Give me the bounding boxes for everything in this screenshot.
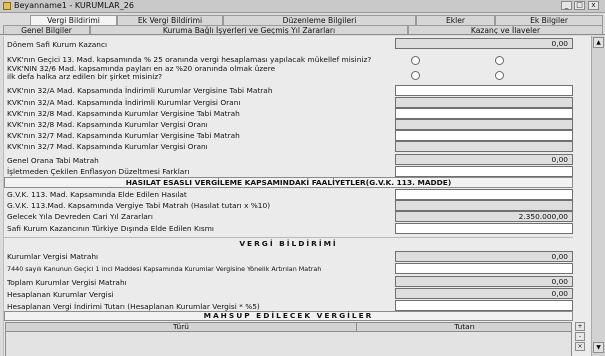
mahsup-table-header: Türü Tutarı: [5, 322, 572, 332]
kvk32-6-hayir-radio[interactable]: [495, 71, 504, 80]
kv-matrah-field[interactable]: 0,00: [395, 251, 573, 262]
kvk32-6-label-line2: ilk defa halka arz edilen bir şirket mis…: [7, 72, 163, 81]
zararlar-field[interactable]: 2.350.000,00: [395, 211, 573, 222]
gecici1-field[interactable]: [395, 263, 573, 274]
tab-ek-vergi-bildirimi[interactable]: Ek Vergi Bildirimi: [117, 15, 223, 25]
kvk13-question-label: KVK'nın Geçici 13. Mad. kapsamında % 25 …: [7, 55, 372, 64]
add-row-button[interactable]: +: [575, 322, 585, 331]
kvk32-8-matrah-field[interactable]: [395, 108, 573, 119]
tab-divider: [0, 34, 605, 35]
enflasyon-label: İşletmeden Çekilen Enflasyon Düzeltmesi …: [7, 167, 190, 176]
zararlar-label: Gelecek Yıla Devreden Cari Yıl Zararları: [7, 212, 153, 221]
donem-safi-label: Dönem Safi Kurum Kazancı: [7, 40, 108, 49]
kvk32-8-oran-label: KVK'nın 32/8 Mad. Kapsamında Kurumlar Ve…: [7, 120, 208, 129]
close-button[interactable]: x: [588, 1, 599, 10]
kvk13-evet-radio[interactable]: [411, 56, 420, 65]
app-icon: [3, 2, 11, 10]
scroll-up-arrow-icon[interactable]: ▲: [593, 37, 604, 48]
enflasyon-field[interactable]: [395, 166, 573, 177]
gecici1-label: 7440 sayılı Kanunun Geçici 1 inci Maddes…: [7, 265, 322, 273]
hasilat-section-title: HASILAT ESASLI VERGİLEME KAPSAMINDAKİ FA…: [4, 177, 573, 188]
column-header-turu[interactable]: Türü: [6, 323, 356, 331]
kvk32a-matrah-field[interactable]: [395, 85, 573, 96]
hesaplanan-kv-field[interactable]: 0,00: [395, 288, 573, 299]
hesaplanan-kv-label: Hesaplanan Kurumlar Vergisi: [7, 290, 114, 299]
minimize-button[interactable]: _: [561, 1, 572, 10]
tab-vergi-bildirimi[interactable]: Vergi Bildirimi: [30, 15, 117, 25]
hasilat-label: G.V.K. 113. Mad. Kapsamında Elde Edilen …: [7, 190, 187, 199]
kvk32-7-matrah-label: KVK'nın 32/7 Mad. Kapsamında Kurumlar Ve…: [7, 131, 240, 140]
yurtdisi-field[interactable]: [395, 223, 573, 234]
vergi-indirimi-field[interactable]: [395, 300, 573, 311]
title-bar: Beyanname1 - KURUMLAR_26 _ □ x: [0, 0, 605, 13]
remove-row-button[interactable]: -: [575, 332, 585, 341]
section-separator: [4, 237, 573, 238]
mahsup-table-body[interactable]: [5, 332, 572, 356]
genel-oran-field[interactable]: 0,00: [395, 154, 573, 165]
donem-safi-field[interactable]: 0,00: [395, 38, 573, 49]
kvk13-hayir-radio[interactable]: [495, 56, 504, 65]
vergi-indirimi-label: Hesaplanan Vergi İndirimi Tutarı (Hesapl…: [7, 302, 260, 311]
kvk32-8-matrah-label: KVK'nın 32/8 Mad. Kapsamında Kurumlar Ve…: [7, 109, 240, 118]
hasilat-matrah-field[interactable]: [395, 200, 573, 211]
hasilat-matrah-label: G.V.K. 113.Mad. Kapsamında Vergiye Tabi …: [7, 201, 271, 210]
genel-oran-label: Genel Orana Tabi Matrah: [7, 156, 99, 165]
vergi-section-title: VERGİ BİLDİRİMİ: [239, 239, 338, 248]
tab-ek-bilgiler[interactable]: Ek Bilgiler: [495, 15, 603, 25]
scroll-down-arrow-icon[interactable]: ▼: [593, 342, 604, 353]
kvk32-7-oran-label: KVK'nın 32/7 Mad. Kapsamında Kurumlar Ve…: [7, 142, 208, 151]
delete-row-button[interactable]: ×: [575, 342, 585, 351]
declaration-window: Beyanname1 - KURUMLAR_26 _ □ x Vergi Bil…: [0, 0, 605, 356]
column-header-tutari[interactable]: Tutarı: [356, 323, 572, 331]
kvk32a-oran-label: KVK'nın 32/A Mad. Kapsamında İndirimli K…: [7, 98, 241, 107]
maximize-button[interactable]: □: [574, 1, 585, 10]
mahsup-section-title: MAHSUP EDİLECEK VERGİLER: [4, 311, 573, 321]
vertical-scrollbar[interactable]: ▲ ▼: [591, 36, 605, 356]
kvk32-6-evet-radio[interactable]: [411, 71, 420, 80]
kvk32a-oran-field[interactable]: [395, 97, 573, 108]
tab-ekler[interactable]: Ekler: [416, 15, 495, 25]
kvk32-7-oran-field[interactable]: [395, 141, 573, 152]
kvk32-8-oran-field[interactable]: [395, 119, 573, 130]
kvk32-7-matrah-field[interactable]: [395, 130, 573, 141]
tab-duzenleme-bilgileri[interactable]: Düzenleme Bilgileri: [223, 15, 416, 25]
kvk32a-matrah-label: KVK'nın 32/A Mad. Kapsamında İndirimli K…: [7, 86, 273, 95]
toplam-matrah-label: Toplam Kurumlar Vergisi Matrahı: [7, 278, 127, 287]
toplam-matrah-field[interactable]: 0,00: [395, 276, 573, 287]
window-title: Beyanname1 - KURUMLAR_26: [14, 1, 134, 10]
kv-matrah-label: Kurumlar Vergisi Matrahı: [7, 252, 99, 261]
yurtdisi-label: Safi Kurum Kazancının Türkiye Dışında El…: [7, 224, 214, 233]
tab-row-upper: Vergi Bildirimi Ek Vergi Bildirimi Düzen…: [0, 15, 605, 25]
hasilat-field[interactable]: [395, 189, 573, 200]
